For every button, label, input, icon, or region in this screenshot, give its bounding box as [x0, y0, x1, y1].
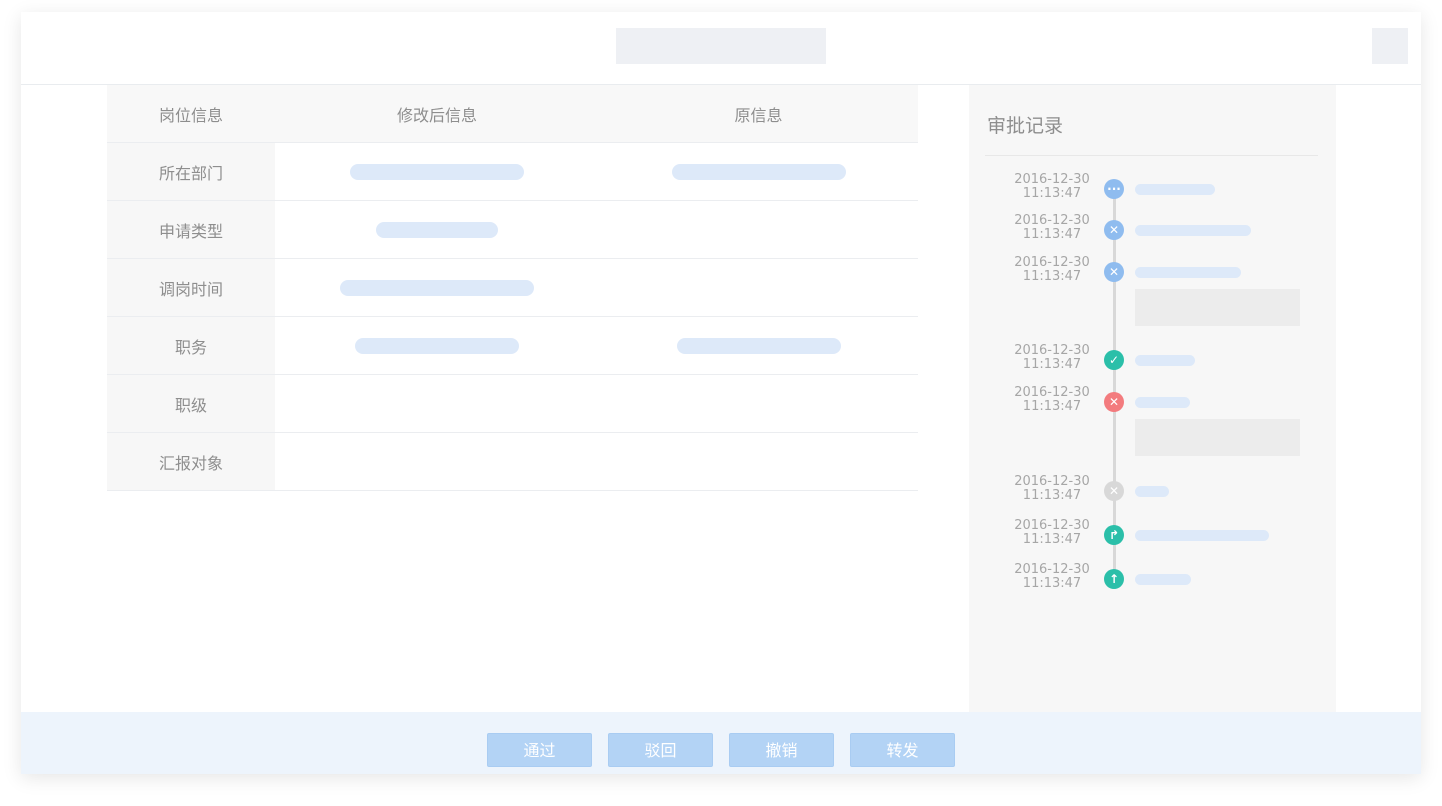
- text-placeholder-bar: [355, 337, 519, 354]
- timeline-timestamp: 2016-12-30 11:13:47: [999, 344, 1105, 372]
- timeline-date: 2016-12-30: [1014, 474, 1090, 489]
- timeline-time: 11:13:47: [1022, 488, 1082, 503]
- original-value: [599, 433, 918, 490]
- row-label-department: 所在部门: [107, 143, 275, 200]
- text-placeholder-bar: [671, 163, 846, 180]
- comment-placeholder: [1135, 419, 1300, 456]
- timeline-date: 2016-12-30: [1014, 213, 1090, 228]
- close-icon: ✕: [1104, 220, 1124, 240]
- text-placeholder-bar: [350, 163, 524, 180]
- header-modified-info: 修改后信息: [396, 105, 477, 125]
- close-icon: ✕: [1104, 481, 1124, 501]
- timeline-date: 2016-12-30: [1014, 385, 1090, 400]
- timeline-time: 11:13:47: [1022, 269, 1082, 284]
- timeline-time: 11:13:47: [1022, 532, 1082, 547]
- close-icon: ✕: [1104, 392, 1124, 412]
- approve-button[interactable]: 通过: [487, 733, 592, 767]
- modified-value: [275, 143, 599, 200]
- table-row: 职级: [107, 375, 918, 433]
- table-row: 调岗时间: [107, 259, 918, 317]
- timeline-time: 11:13:47: [1022, 186, 1082, 201]
- table-row: 汇报对象: [107, 433, 918, 491]
- timeline-line: [1113, 188, 1116, 582]
- divider: [985, 155, 1318, 156]
- timeline-timestamp: 2016-12-30 11:13:47: [999, 173, 1105, 201]
- timeline-time: 11:13:47: [1022, 576, 1082, 591]
- row-label-rank: 职级: [107, 375, 275, 432]
- timeline-timestamp: 2016-12-30 11:13:47: [999, 563, 1105, 591]
- timeline-time: 11:13:47: [1022, 357, 1082, 372]
- timeline-timestamp: 2016-12-30 11:13:47: [999, 519, 1105, 547]
- modified-value: [275, 317, 599, 374]
- text-placeholder-bar: [1135, 397, 1190, 408]
- page-title-placeholder: [616, 28, 826, 64]
- original-value: [599, 201, 918, 258]
- text-placeholder-bar: [676, 337, 841, 354]
- timeline-date: 2016-12-30: [1014, 255, 1090, 270]
- table-header-row: 岗位信息 修改后信息 原信息: [107, 85, 918, 143]
- more-icon: ···: [1104, 179, 1124, 199]
- modified-value: [275, 433, 599, 490]
- timeline-time: 11:13:47: [1022, 227, 1082, 242]
- comment-placeholder: [1135, 289, 1300, 326]
- text-placeholder-bar: [376, 221, 498, 238]
- arrow-up-icon: ↑: [1104, 569, 1124, 589]
- header-position-info: 岗位信息: [158, 105, 223, 125]
- approval-window: 岗位信息 修改后信息 原信息 所在部门 申请类型 调岗时间 职务 职级 汇报对象…: [21, 12, 1421, 774]
- text-placeholder-bar: [1135, 530, 1269, 541]
- text-placeholder-bar: [1135, 267, 1241, 278]
- revoke-button[interactable]: 撤销: [729, 733, 834, 767]
- timeline-timestamp: 2016-12-30 11:13:47: [999, 214, 1105, 242]
- original-value: [599, 259, 918, 316]
- original-value: [599, 317, 918, 374]
- table-row: 所在部门: [107, 143, 918, 201]
- reject-button[interactable]: 驳回: [608, 733, 713, 767]
- timeline-date: 2016-12-30: [1014, 172, 1090, 187]
- timeline-timestamp: 2016-12-30 11:13:47: [999, 386, 1105, 414]
- top-bar: [21, 12, 1421, 85]
- row-label-report-to: 汇报对象: [107, 433, 275, 490]
- header-original-info: 原信息: [734, 105, 783, 125]
- original-value: [599, 375, 918, 432]
- modified-value: [275, 201, 599, 258]
- approval-record-panel: 审批记录 2016-12-30 11:13:47 ··· 2016-12-30 11…: [969, 85, 1336, 713]
- timeline-time: 11:13:47: [1022, 399, 1082, 414]
- text-placeholder-bar: [340, 279, 534, 296]
- original-value: [599, 143, 918, 200]
- row-label-transfer-time: 调岗时间: [107, 259, 275, 316]
- row-label-duty: 职务: [107, 317, 275, 374]
- text-placeholder-bar: [1135, 574, 1191, 585]
- panel-title: 审批记录: [987, 115, 1064, 137]
- timeline-date: 2016-12-30: [1014, 518, 1090, 533]
- text-placeholder-bar: [1135, 486, 1169, 497]
- table-row: 职务: [107, 317, 918, 375]
- modified-value: [275, 259, 599, 316]
- row-label-application-type: 申请类型: [107, 201, 275, 258]
- action-footer: 通过 驳回 撤销 转发: [21, 712, 1421, 774]
- close-icon: ✕: [1104, 262, 1124, 282]
- text-placeholder-bar: [1135, 184, 1215, 195]
- top-right-placeholder-button[interactable]: [1372, 28, 1408, 64]
- text-placeholder-bar: [1135, 355, 1195, 366]
- forward-button[interactable]: 转发: [850, 733, 955, 767]
- timeline-date: 2016-12-30: [1014, 343, 1090, 358]
- timeline-timestamp: 2016-12-30 11:13:47: [999, 256, 1105, 284]
- table-row: 申请类型: [107, 201, 918, 259]
- forward-icon: ↱: [1104, 525, 1124, 545]
- modified-value: [275, 375, 599, 432]
- timeline-timestamp: 2016-12-30 11:13:47: [999, 475, 1105, 503]
- check-icon: ✓: [1104, 350, 1124, 370]
- position-change-table: 岗位信息 修改后信息 原信息 所在部门 申请类型 调岗时间 职务 职级 汇报对象: [107, 85, 918, 491]
- timeline-date: 2016-12-30: [1014, 562, 1090, 577]
- text-placeholder-bar: [1135, 225, 1251, 236]
